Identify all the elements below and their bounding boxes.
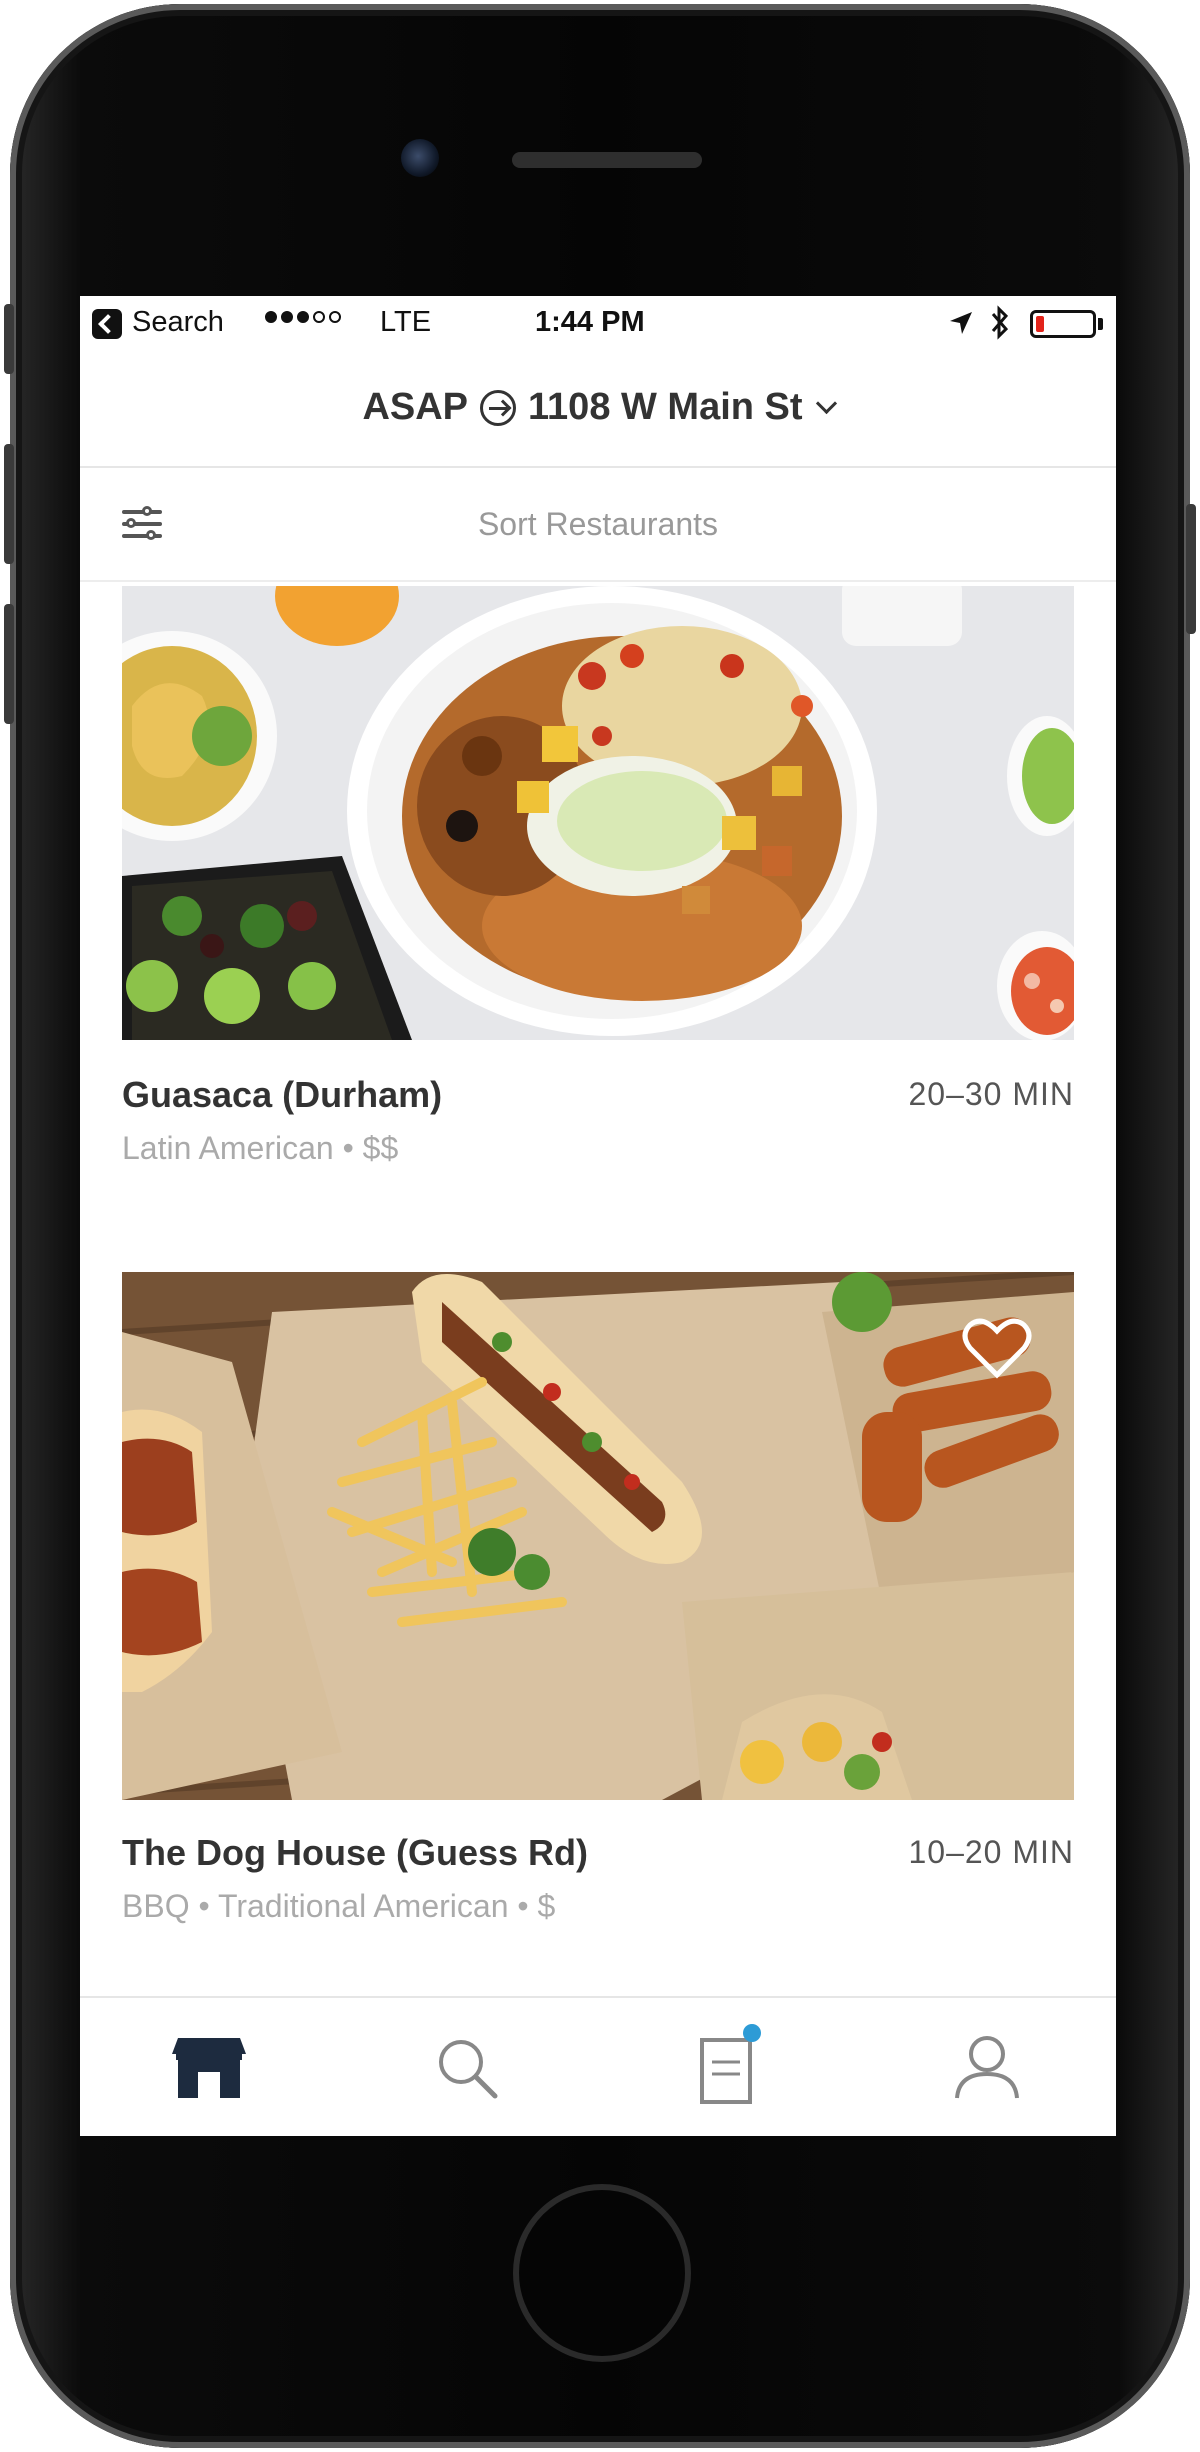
delivery-address-label: 1108 W Main St [528, 386, 803, 428]
earpiece-speaker [512, 152, 702, 168]
signal-dot [329, 311, 341, 323]
restaurant-details: BBQ • Traditional American • $ [122, 1888, 556, 1924]
sort-restaurants-button[interactable]: Sort Restaurants [80, 506, 1116, 543]
location-arrow-icon [950, 312, 972, 334]
tab-orders[interactable] [598, 1998, 857, 2136]
restaurant-name[interactable]: The Dog House (Guess Rd) [122, 1832, 588, 1874]
tab-account[interactable] [857, 1998, 1116, 2136]
receipt-icon [700, 2038, 752, 2104]
signal-dot [281, 311, 293, 323]
restaurant-details: Latin American • $$ [122, 1130, 399, 1166]
notification-dot [743, 2024, 761, 2042]
signal-dot [297, 311, 309, 323]
tab-restaurants[interactable] [80, 1998, 339, 2136]
search-icon [439, 2040, 498, 2099]
delivery-eta: 20–30 MIN [908, 1076, 1074, 1112]
clock: 1:44 PM [535, 306, 645, 338]
profile-icon [955, 2036, 1019, 2099]
battery-icon [1030, 310, 1096, 338]
signal-strength-icon [265, 311, 341, 323]
mute-switch [4, 304, 14, 374]
bottom-tab-bar [80, 1996, 1116, 2136]
chevron-down-icon [815, 392, 837, 415]
bluetooth-icon [991, 305, 1009, 340]
hot-dog-fries-image [122, 1272, 1074, 1800]
tab-search[interactable] [339, 1998, 598, 2136]
delivery-eta: 10–20 MIN [908, 1834, 1074, 1870]
app-screen: Search LTE 1:44 PM ASAP 1108 W Main St S… [80, 296, 1116, 2136]
signal-dot [313, 311, 325, 323]
delivery-selector[interactable]: ASAP 1108 W Main St [80, 386, 1116, 429]
volume-up-button [4, 444, 14, 564]
restaurant-card-guasaca[interactable]: Guasaca (Durham) 20–30 MIN Latin America… [122, 586, 1074, 1166]
home-button[interactable] [513, 2184, 691, 2362]
sort-bar: Sort Restaurants [80, 466, 1116, 582]
favorite-heart-icon[interactable] [962, 1317, 1032, 1379]
front-camera [401, 139, 439, 177]
burrito-bowl-image [122, 586, 1074, 1040]
delivery-header[interactable]: ASAP 1108 W Main St [80, 352, 1116, 468]
restaurant-name[interactable]: Guasaca (Durham) [122, 1074, 442, 1116]
status-bar: Search LTE 1:44 PM [80, 296, 1116, 352]
delivery-time-label: ASAP [362, 386, 469, 428]
signal-dot [265, 311, 277, 323]
volume-down-button [4, 604, 14, 724]
back-to-app-label[interactable]: Search [132, 306, 224, 339]
storefront-icon [172, 2038, 246, 2098]
restaurant-photo[interactable] [122, 586, 1074, 1040]
restaurant-card-dog-house[interactable]: The Dog House (Guess Rd) 10–20 MIN BBQ •… [122, 1272, 1074, 1952]
arrow-right-circle-icon [480, 389, 517, 426]
back-to-app-icon[interactable] [92, 309, 122, 339]
restaurant-photo[interactable] [122, 1272, 1074, 1800]
power-button [1186, 504, 1196, 634]
battery-tip [1098, 318, 1103, 330]
battery-level [1036, 316, 1044, 332]
carrier-label: LTE [380, 306, 432, 338]
